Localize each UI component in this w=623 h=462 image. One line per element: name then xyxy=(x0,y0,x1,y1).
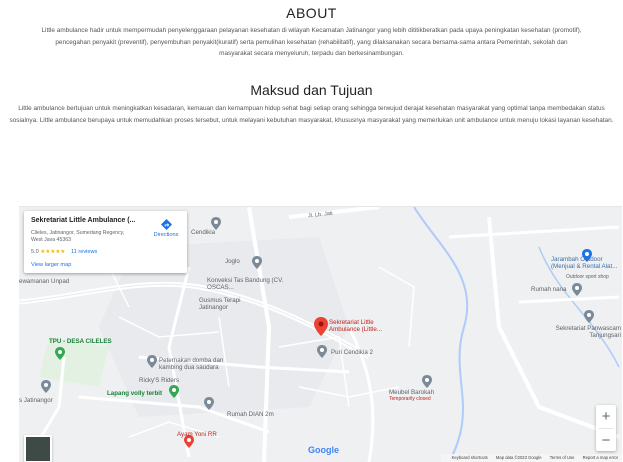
directions-button[interactable]: Directions xyxy=(148,219,184,238)
about-text: Little ambulance hadir untuk mempermudah… xyxy=(41,27,582,57)
cendikia-label: Cendikia xyxy=(191,229,216,236)
joglo-label: Joglo xyxy=(225,258,240,265)
puri-label: Puri Cendikia 2 xyxy=(331,349,373,356)
about-heading: ABOUT xyxy=(286,5,337,21)
joglo-pin-icon[interactable] xyxy=(252,256,262,269)
place-title[interactable]: Sekretariat Little Ambulance (... xyxy=(31,217,135,224)
rumah-nana-label: Rumah nana xyxy=(531,286,567,293)
main-pin-label[interactable]: Sekretariat Little Ambulance (Little... xyxy=(329,319,401,333)
maksud-heading: Maksud dan Tujuan xyxy=(250,82,373,98)
panwascam-label: Sekretariat Panwascam Tanjungsari xyxy=(555,325,621,339)
rumah-dian-pin-icon[interactable] xyxy=(204,397,214,410)
meubel-pin-icon[interactable] xyxy=(422,375,432,388)
reviews-link[interactable]: 11 reviews xyxy=(71,249,97,255)
zoom-controls: + − xyxy=(596,405,616,451)
unpad-label: ewamanan Unpad xyxy=(19,278,70,285)
peternakan-label: Peternakan domba dan kambing dua saudara xyxy=(159,357,224,371)
jarambah-sub: Outdoor sport shop xyxy=(566,274,609,280)
directions-icon xyxy=(160,219,172,230)
rating-stars-icon: ★★★★★ xyxy=(40,249,66,255)
puri-pin-icon[interactable] xyxy=(317,345,327,358)
jatinangor-label: s Jatinangor xyxy=(19,397,53,404)
lapang-pin-icon[interactable] xyxy=(169,385,179,398)
google-logo: Google xyxy=(308,445,339,455)
lapang-label: Lapang volly terbit xyxy=(107,390,163,397)
place-info-card: Sekretariat Little Ambulance (... Cilele… xyxy=(24,211,187,273)
tpu-label: TPU - DESA CILELES xyxy=(49,338,112,345)
jatinangor-pin-icon[interactable] xyxy=(41,380,51,393)
main-location-pin-icon[interactable] xyxy=(314,317,328,336)
map-data-text: Map data ©2023 Google xyxy=(495,455,542,460)
maksud-text: Little ambulance bertujuan untuk meningk… xyxy=(9,105,614,124)
meubel-label: Meubel Barokah xyxy=(389,389,435,396)
rickys-label: Ricky'S Riders xyxy=(139,377,180,384)
directions-label: Directions xyxy=(153,232,179,238)
zoom-out-button[interactable]: − xyxy=(596,429,616,452)
report-error-link[interactable]: Report a map error xyxy=(583,455,618,460)
keyboard-shortcuts-link[interactable]: Keyboard shortcuts xyxy=(452,455,488,460)
place-address: Cileles, Jatinangor, Sumedang Regency, W… xyxy=(31,230,125,243)
satellite-toggle-button[interactable] xyxy=(24,435,52,462)
peternakan-pin-icon[interactable] xyxy=(147,355,157,368)
rumah-dian-label: Rumah DIAN 2m xyxy=(227,411,274,418)
panwascam-pin-icon[interactable] xyxy=(584,310,594,323)
terms-link[interactable]: Terms of Use xyxy=(550,455,575,460)
zoom-in-button[interactable]: + xyxy=(596,405,616,428)
view-larger-map-link[interactable]: View larger map xyxy=(31,262,71,268)
meubel-status: Temporarily closed xyxy=(389,396,431,402)
rating-value: 5.0 xyxy=(31,249,39,255)
gusmus-label: Gusmus Terapi Jatinangor xyxy=(199,297,241,311)
ayam-label: Ayam Yoni RR xyxy=(177,431,217,438)
rumah-nana-pin-icon[interactable] xyxy=(572,283,582,296)
konveksi-label: Konveksi Tas Bandung (CV. OSCAS... xyxy=(207,277,284,291)
jarambah-label: Jarambah Outdoor (Menjual & Rental Alat.… xyxy=(551,256,618,270)
place-rating: 5.0 ★★★★★ 11 reviews xyxy=(31,249,97,255)
tpu-pin-icon[interactable] xyxy=(55,347,65,360)
embedded-map[interactable]: Sekretariat Little Ambulance (Little... … xyxy=(19,206,622,462)
